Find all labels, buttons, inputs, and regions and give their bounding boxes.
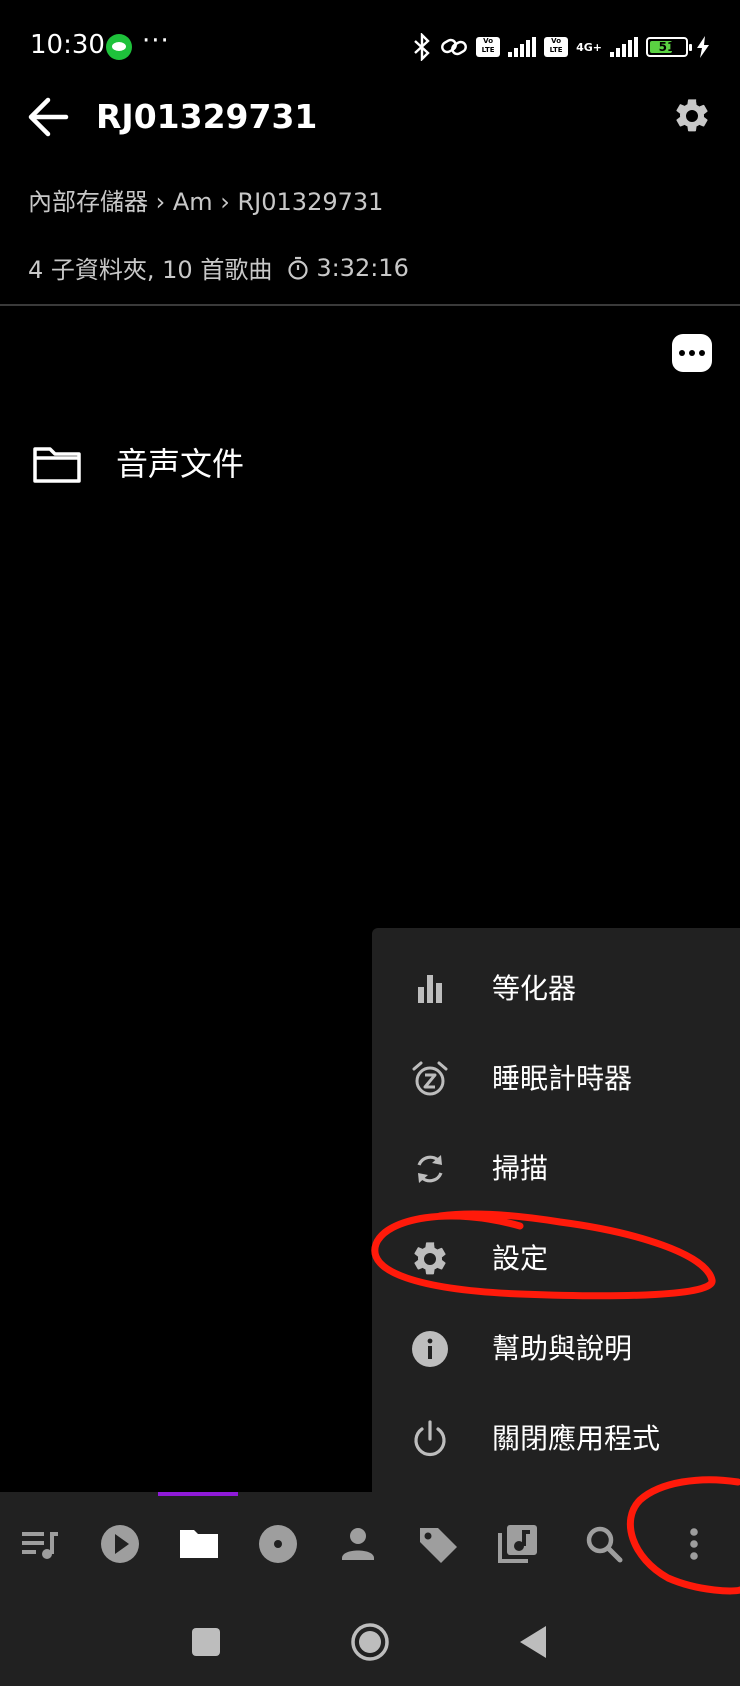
- menu-label-scan: 掃描: [492, 1152, 549, 1185]
- timer-icon: [288, 256, 308, 280]
- menu-item-settings[interactable]: 設定: [372, 1214, 740, 1304]
- folder-info: 4 子資料夾, 10 首歌曲 3:32:16: [28, 250, 409, 285]
- recents-icon[interactable]: [184, 1620, 228, 1664]
- menu-label-settings: 設定: [492, 1242, 549, 1275]
- screen: 10:30 ··· Vo LTE Vo LTE 4G+ 51 RJ0132973…: [0, 0, 740, 1686]
- breadcrumb[interactable]: 內部存儲器 › Am › RJ01329731: [28, 182, 383, 217]
- folder-name: 音声文件: [116, 445, 245, 483]
- signal-icon: [508, 37, 537, 57]
- menu-label-help: 幫助與說明: [492, 1332, 633, 1365]
- status-time: 10:30: [30, 30, 105, 60]
- album-icon[interactable]: [250, 1516, 306, 1572]
- menu-item-sleep-timer[interactable]: 睡眠計時器: [372, 1034, 740, 1124]
- menu-item-exit[interactable]: 關閉應用程式: [372, 1394, 740, 1484]
- system-navigation: [0, 1596, 740, 1686]
- overflow-menu: 等化器 睡眠計時器 掃描 設定 幫助與說明 關閉應用程式: [372, 928, 740, 1500]
- page-title: RJ01329731: [96, 97, 318, 136]
- bottom-navigation: [0, 1492, 740, 1596]
- menu-label-sleep-timer: 睡眠計時器: [492, 1062, 633, 1095]
- folder-icon[interactable]: [171, 1516, 227, 1572]
- volte-icon-2: Vo LTE: [544, 37, 569, 57]
- nav-active-indicator: [158, 1492, 238, 1496]
- power-icon: [414, 1420, 446, 1457]
- home-icon[interactable]: [348, 1620, 392, 1664]
- battery-icon: 51: [646, 37, 692, 57]
- menu-item-scan[interactable]: 掃描: [372, 1124, 740, 1214]
- menu-item-equalizer[interactable]: 等化器: [372, 944, 740, 1034]
- folder-summary: 4 子資料夾, 10 首歌曲: [28, 256, 273, 284]
- queue-music-icon[interactable]: [12, 1516, 68, 1572]
- signal-icon-2: [610, 37, 638, 57]
- back-icon[interactable]: [512, 1620, 556, 1664]
- network-type: 4G+: [576, 40, 602, 54]
- person-icon[interactable]: [330, 1516, 386, 1572]
- alarm-snooze-icon: [412, 1061, 448, 1096]
- status-more-dots: ···: [142, 26, 170, 56]
- bluetooth-icon: [414, 33, 430, 61]
- more-options-icon[interactable]: [672, 334, 712, 372]
- refresh-icon: [417, 1155, 443, 1183]
- gear-icon: [414, 1242, 446, 1275]
- status-bar: 10:30 ··· Vo LTE Vo LTE 4G+ 51: [0, 0, 740, 92]
- tag-icon[interactable]: [410, 1516, 466, 1572]
- line-app-icon: [106, 34, 132, 60]
- menu-item-help[interactable]: 幫助與說明: [372, 1304, 740, 1394]
- search-icon[interactable]: [576, 1516, 632, 1572]
- info-icon: [412, 1331, 448, 1367]
- folder-list-item[interactable]: 音声文件: [0, 420, 740, 516]
- status-icons: Vo LTE Vo LTE 4G+ 51: [412, 30, 710, 64]
- gear-icon[interactable]: [672, 96, 712, 136]
- divider: [0, 304, 740, 306]
- back-arrow-icon[interactable]: [24, 92, 74, 142]
- link-icon: [441, 38, 468, 56]
- library-music-icon[interactable]: [490, 1516, 546, 1572]
- duration-wrap: 3:32:16: [286, 254, 409, 282]
- battery-level: 51: [658, 40, 676, 54]
- charging-icon: [697, 36, 709, 58]
- more-vert-icon[interactable]: [666, 1516, 722, 1572]
- menu-label-equalizer: 等化器: [492, 972, 577, 1005]
- volte-icon: Vo LTE: [476, 37, 501, 57]
- equalizer-icon: [418, 975, 442, 1003]
- menu-label-exit: 關閉應用程式: [492, 1422, 661, 1455]
- play-circle-icon[interactable]: [92, 1516, 148, 1572]
- folder-duration: 3:32:16: [316, 253, 409, 282]
- folder-icon: [33, 447, 81, 483]
